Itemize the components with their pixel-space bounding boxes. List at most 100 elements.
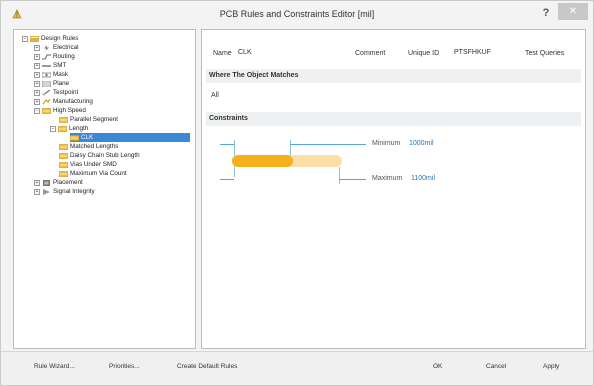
name-field[interactable]: CLK [238, 49, 252, 56]
tree-item-testpoint[interactable]: + Testpoint [34, 88, 78, 97]
cancel-label: Cancel [486, 363, 507, 370]
tree-item-placement[interactable]: + Placement [34, 178, 83, 187]
rule-icon [59, 161, 68, 168]
collapse-icon[interactable]: − [34, 107, 40, 114]
tree-item-daisy-chain-stub-length[interactable]: Daisy Chain Stub Length [59, 151, 140, 160]
where-section-header: Where The Object Matches [206, 69, 581, 83]
tree-item-signal-integrity[interactable]: + Signal Integrity [34, 187, 95, 196]
tree-item-design-rules[interactable]: − Design Rules [22, 34, 78, 43]
max-dim-right [339, 179, 366, 180]
expand-icon[interactable]: + [34, 98, 40, 105]
tree-item-smt[interactable]: + SMT [34, 61, 66, 70]
collapse-icon[interactable]: − [50, 125, 56, 132]
ok-label: OK [433, 363, 443, 370]
rule-icon [58, 125, 67, 132]
create-default-rules-button[interactable]: Create Default Rules [177, 360, 237, 374]
smt-icon [42, 64, 51, 67]
tree-item-label: Electrical [53, 44, 79, 51]
tree-item-label: Signal Integrity [53, 188, 95, 195]
tree-item-matched-lengths[interactable]: Matched Lengths [59, 142, 118, 151]
placement-icon [43, 179, 50, 186]
high-speed-icon [42, 107, 51, 114]
rules-tree[interactable]: − Design Rules + Electrical + Routing + … [13, 29, 196, 349]
tree-item-electrical[interactable]: + Electrical [34, 43, 79, 52]
tree-item-label: Plane [53, 80, 70, 87]
unique-id-field[interactable]: PTSFHKUF [454, 49, 491, 56]
tree-item-label: Parallel Segment [70, 116, 118, 123]
maximum-label: Maximum [372, 175, 403, 182]
manufacturing-icon [42, 98, 51, 104]
tree-item-length[interactable]: − Length [50, 124, 88, 133]
where-query[interactable]: All [211, 92, 219, 99]
rule-wizard-label: Rule Wizard... [34, 363, 75, 370]
name-label: Name [213, 50, 232, 57]
rule-icon [59, 152, 68, 159]
tree-item-label: Manufacturing [53, 98, 93, 105]
help-button[interactable]: ? [538, 5, 554, 21]
close-button[interactable]: ✕ [558, 3, 588, 20]
tree-item-label: High Speed [53, 107, 86, 114]
priorities-label: Priorities... [109, 363, 140, 370]
routing-icon [42, 54, 51, 59]
tree-item-label: Length [69, 125, 89, 132]
rules-editor-window: PCB Rules and Constraints Editor [mil] ?… [0, 0, 594, 386]
expand-icon[interactable]: + [34, 179, 40, 186]
electrical-icon [44, 44, 49, 51]
min-dim-left [220, 144, 234, 145]
tree-item-plane[interactable]: + Plane [34, 79, 69, 88]
expand-icon[interactable]: + [34, 53, 40, 60]
expand-icon[interactable]: + [34, 44, 40, 51]
title-bar: PCB Rules and Constraints Editor [mil] ?… [1, 1, 593, 28]
priorities-button[interactable]: Priorities... [109, 360, 140, 374]
cancel-button[interactable]: Cancel [486, 360, 506, 374]
ok-button[interactable]: OK [433, 360, 442, 374]
mask-icon [42, 72, 51, 77]
tree-item-routing[interactable]: + Routing [34, 52, 75, 61]
tree-item-label: Placement [53, 179, 83, 186]
maximum-value-field[interactable]: 1100mil [411, 175, 435, 182]
test-queries-button[interactable]: Test Queries [525, 50, 564, 57]
tree-item-label: CLK [81, 134, 94, 141]
plane-icon [42, 80, 51, 87]
window-title: PCB Rules and Constraints Editor [mil] [219, 9, 375, 19]
tree-item-label: Design Rules [41, 35, 79, 42]
tree-item-clk[interactable]: CLK [70, 133, 190, 142]
tree-item-manufacturing[interactable]: + Manufacturing [34, 97, 93, 106]
tree-item-label: Vias Under SMD [70, 161, 117, 168]
min-right-tick [290, 140, 291, 156]
minimum-value-field[interactable]: 1000mil [409, 140, 434, 147]
expand-icon[interactable]: + [34, 62, 40, 69]
signal-integrity-icon [43, 188, 50, 195]
tree-item-parallel-segment[interactable]: Parallel Segment [59, 115, 118, 124]
max-dim-left [220, 179, 234, 180]
design-rules-icon [30, 35, 39, 42]
collapse-icon[interactable]: − [22, 35, 28, 42]
rule-icon [59, 143, 68, 150]
tree-item-mask[interactable]: + Mask [34, 70, 68, 79]
testpoint-icon [42, 89, 51, 96]
tree-item-label: Routing [53, 53, 75, 60]
tree-item-label: SMT [53, 62, 67, 69]
rule-detail-panel: Name CLK Comment Unique ID PTSFHKUF Test… [201, 29, 586, 349]
minimum-label: Minimum [372, 140, 401, 147]
create-default-rules-label: Create Default Rules [177, 363, 238, 370]
rule-wizard-button[interactable]: Rule Wizard... [34, 360, 75, 374]
apply-label: Apply [543, 363, 560, 370]
expand-icon[interactable]: + [34, 89, 40, 96]
tree-item-label: Maximum Via Count [70, 170, 127, 177]
rule-icon [59, 170, 68, 177]
length-min-bar [232, 155, 293, 167]
tree-item-label: Daisy Chain Stub Length [70, 152, 140, 159]
min-dim-right [290, 144, 366, 145]
max-right-tick [339, 167, 340, 184]
tree-item-high-speed[interactable]: − High Speed [34, 106, 86, 115]
tree-item-maximum-via-count[interactable]: Maximum Via Count [59, 169, 127, 178]
comment-label: Comment [355, 50, 386, 57]
tree-item-label: Matched Lengths [70, 143, 119, 150]
rule-icon [59, 116, 68, 123]
apply-button[interactable]: Apply [543, 360, 559, 374]
expand-icon[interactable]: + [34, 71, 40, 78]
expand-icon[interactable]: + [34, 188, 40, 195]
expand-icon[interactable]: + [34, 80, 40, 87]
tree-item-vias-under-smd[interactable]: Vias Under SMD [59, 160, 117, 169]
